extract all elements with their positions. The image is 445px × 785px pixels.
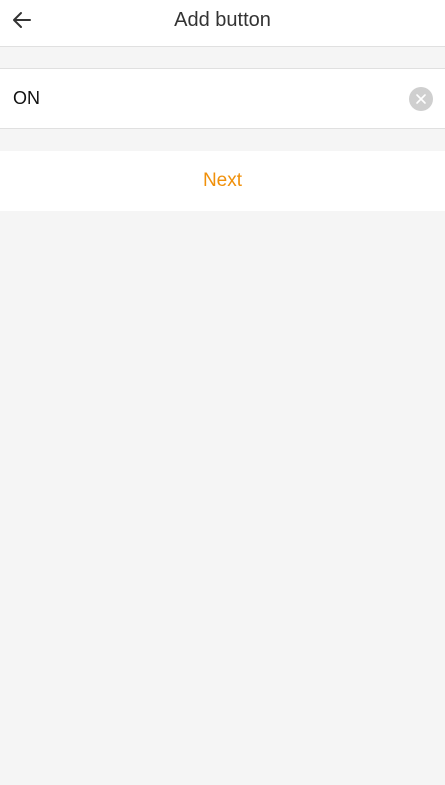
clear-input-button[interactable]	[409, 87, 433, 111]
top-app-bar: Add button	[0, 0, 445, 47]
button-name-row	[0, 68, 445, 129]
button-name-input[interactable]	[13, 69, 393, 128]
page-title: Add button	[174, 9, 271, 31]
clear-circle-icon	[416, 94, 426, 104]
next-button[interactable]: Next	[0, 151, 445, 211]
next-button-label: Next	[202, 170, 243, 191]
add-button-screen: Add button Next	[0, 0, 445, 785]
